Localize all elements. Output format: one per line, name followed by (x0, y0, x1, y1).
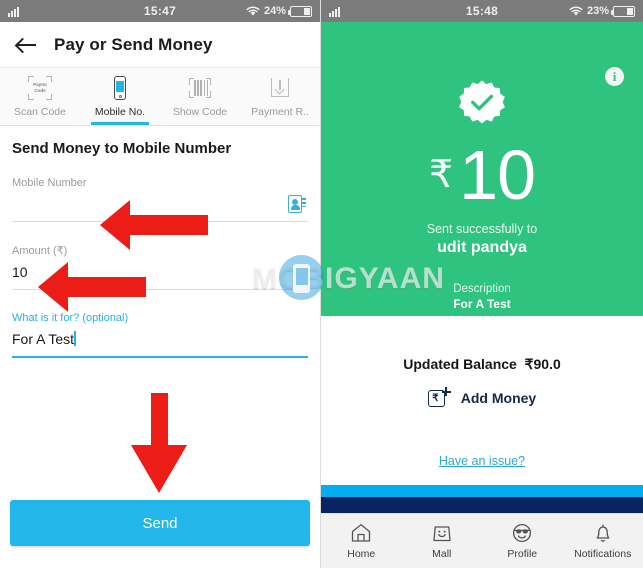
shopping-bag-icon (431, 522, 453, 544)
barcode-icon (187, 75, 213, 101)
smiley-sunglasses-icon (511, 522, 533, 544)
page-title: Pay or Send Money (54, 34, 213, 54)
description-value: For A Test (453, 297, 511, 311)
mobile-number-label: Mobile Number (12, 177, 87, 189)
amount-label: Amount (₹) (12, 245, 68, 257)
send-button[interactable]: Send (10, 500, 310, 546)
battery-icon (611, 5, 635, 17)
tab-payment-request[interactable]: Payment R.. (240, 68, 320, 125)
battery-percent: 24% (263, 5, 286, 17)
nav-item-profile[interactable]: Profile (482, 522, 563, 560)
right-phone-screen: 15:48 23% i ₹ 10 Sent successfully to ud… (321, 0, 643, 568)
bell-icon (592, 522, 614, 544)
wifi-icon (246, 6, 260, 16)
amount-value: 10 (459, 136, 536, 214)
add-money-label: Add Money (460, 390, 537, 406)
note-value: For A Test (12, 331, 74, 347)
text-caret (74, 331, 76, 346)
tab-label: Mobile No. (94, 106, 146, 118)
battery-icon (288, 5, 312, 17)
updated-balance-value: ₹90.0 (524, 356, 561, 372)
contact-book-icon[interactable] (288, 195, 306, 216)
have-an-issue-link[interactable]: Have an issue? (439, 454, 525, 468)
home-icon (350, 522, 372, 544)
mobile-phone-icon (107, 75, 133, 101)
bottom-navigation: Home Mall Profile Notifications (321, 513, 643, 568)
nav-label: Notifications (574, 548, 632, 560)
amount-field[interactable]: Amount (₹) 10 (12, 244, 308, 290)
tab-bar: Paytm Code Scan Code Mobile No. Show Cod… (0, 68, 320, 126)
nav-item-notifications[interactable]: Notifications (563, 522, 643, 560)
scan-code-icon: Paytm Code (27, 75, 53, 101)
info-icon[interactable]: i (605, 67, 624, 86)
accent-bar-cyan (321, 485, 643, 497)
rupee-glyph: ₹ (432, 392, 439, 404)
mobile-number-field[interactable]: Mobile Number (12, 177, 308, 222)
note-label: What is it for? (optional) (12, 312, 129, 324)
recipient-name: udit pandya (437, 239, 527, 256)
tab-label: Payment R.. (251, 106, 309, 118)
note-field[interactable]: What is it for? (optional) For A Test (12, 312, 308, 358)
updated-balance-row: Updated Balance ₹90.0 (321, 356, 643, 373)
updated-balance-label: Updated Balance (403, 356, 517, 372)
add-money-button[interactable]: ₹ Add Money (427, 387, 537, 409)
nav-label: Home (347, 548, 376, 560)
right-status-bar: 15:48 23% (321, 0, 643, 22)
success-check-badge-icon (458, 78, 506, 126)
dual-screenshot-container: 15:47 24% Pay or Send Money Paytm Code S… (0, 0, 643, 568)
accent-bar-navy (321, 497, 643, 513)
tab-show-code[interactable]: Show Code (160, 68, 240, 125)
nav-label: Mall (432, 548, 452, 560)
tab-scan-code[interactable]: Paytm Code Scan Code (0, 68, 80, 125)
form-title: Send Money to Mobile Number (12, 140, 232, 157)
tab-mobile-no[interactable]: Mobile No. (80, 68, 160, 125)
amount-value: 10 (12, 264, 28, 280)
sent-successfully-text: Sent successfully to (426, 222, 538, 236)
wifi-icon (569, 6, 583, 16)
back-arrow-icon[interactable] (16, 34, 38, 56)
nav-item-home[interactable]: Home (321, 522, 402, 560)
add-money-icon: ₹ (427, 387, 451, 409)
payment-request-icon (267, 75, 293, 101)
amount-display: ₹ 10 (428, 136, 536, 214)
scan-icon-text-2: Code (34, 88, 46, 93)
app-bar: Pay or Send Money (0, 22, 320, 68)
left-status-bar: 15:47 24% (0, 0, 320, 22)
send-button-label: Send (142, 514, 178, 532)
currency-symbol: ₹ (428, 154, 454, 196)
tab-label: Show Code (172, 106, 228, 118)
battery-percent: 23% (586, 5, 609, 17)
payment-success-panel: i ₹ 10 Sent successfully to udit pandya … (321, 22, 643, 316)
tab-label: Scan Code (14, 106, 66, 118)
description-label: Description (453, 283, 511, 295)
send-money-form: Send Money to Mobile Number Mobile Numbe… (0, 126, 320, 358)
left-phone-screen: 15:47 24% Pay or Send Money Paytm Code S… (0, 0, 321, 568)
nav-item-mall[interactable]: Mall (402, 522, 483, 560)
nav-label: Profile (507, 548, 538, 560)
arrow-to-send-button (131, 393, 187, 493)
